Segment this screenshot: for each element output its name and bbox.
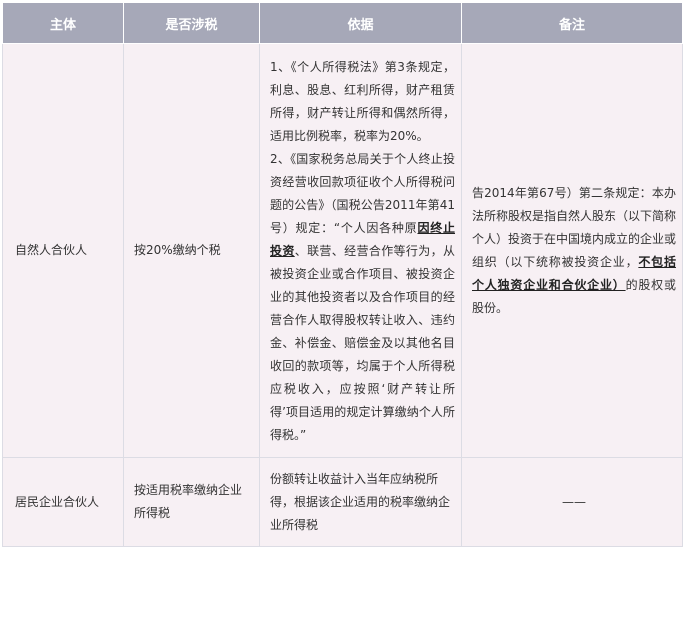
basis-item-2: 2、《国家税务总局关于个人终止投资经营收回款项征收个人所得税问题的公告》（国税公… xyxy=(270,148,455,447)
basis-item-1: 1、《个人所得税法》第3条规定，利息、股息、红利所得，财产租赁所得，财产转让所得… xyxy=(270,60,455,143)
header-subject: 主体 xyxy=(2,2,124,44)
tax-table: 主体 是否涉税 依据 备注 自然人合伙人 按20%缴纳个税 1、《个人所得税法》… xyxy=(2,2,683,547)
basis-item-2-text-b: 、联营、经营合作等行为，从被投资企业或合作项目、被投资企业的其他投资者以及合作项… xyxy=(270,244,455,442)
taxable-cell: 按适用税率缴纳企业所得税 xyxy=(123,457,260,547)
subject-cell: 自然人合伙人 xyxy=(2,43,124,458)
header-basis: 依据 xyxy=(259,2,462,44)
note-cell: 告2014年第67号）第二条规定：本办法所称股权是指自然人股东（以下简称个人）投… xyxy=(461,43,683,458)
header-taxable: 是否涉税 xyxy=(123,2,260,44)
note-cell: —— xyxy=(461,457,683,547)
table-row: 自然人合伙人 按20%缴纳个税 1、《个人所得税法》第3条规定，利息、股息、红利… xyxy=(2,43,683,458)
table-row: 居民企业合伙人 按适用税率缴纳企业所得税 份额转让收益计入当年应纳税所得，根据该… xyxy=(2,457,683,547)
basis-cell: 1、《个人所得税法》第3条规定，利息、股息、红利所得，财产租赁所得，财产转让所得… xyxy=(259,43,462,458)
subject-cell: 居民企业合伙人 xyxy=(2,457,124,547)
header-row: 主体 是否涉税 依据 备注 xyxy=(2,2,683,44)
taxable-cell: 按20%缴纳个税 xyxy=(123,43,260,458)
basis-cell: 份额转让收益计入当年应纳税所得，根据该企业适用的税率缴纳企业所得税 xyxy=(259,457,462,547)
header-note: 备注 xyxy=(461,2,683,44)
